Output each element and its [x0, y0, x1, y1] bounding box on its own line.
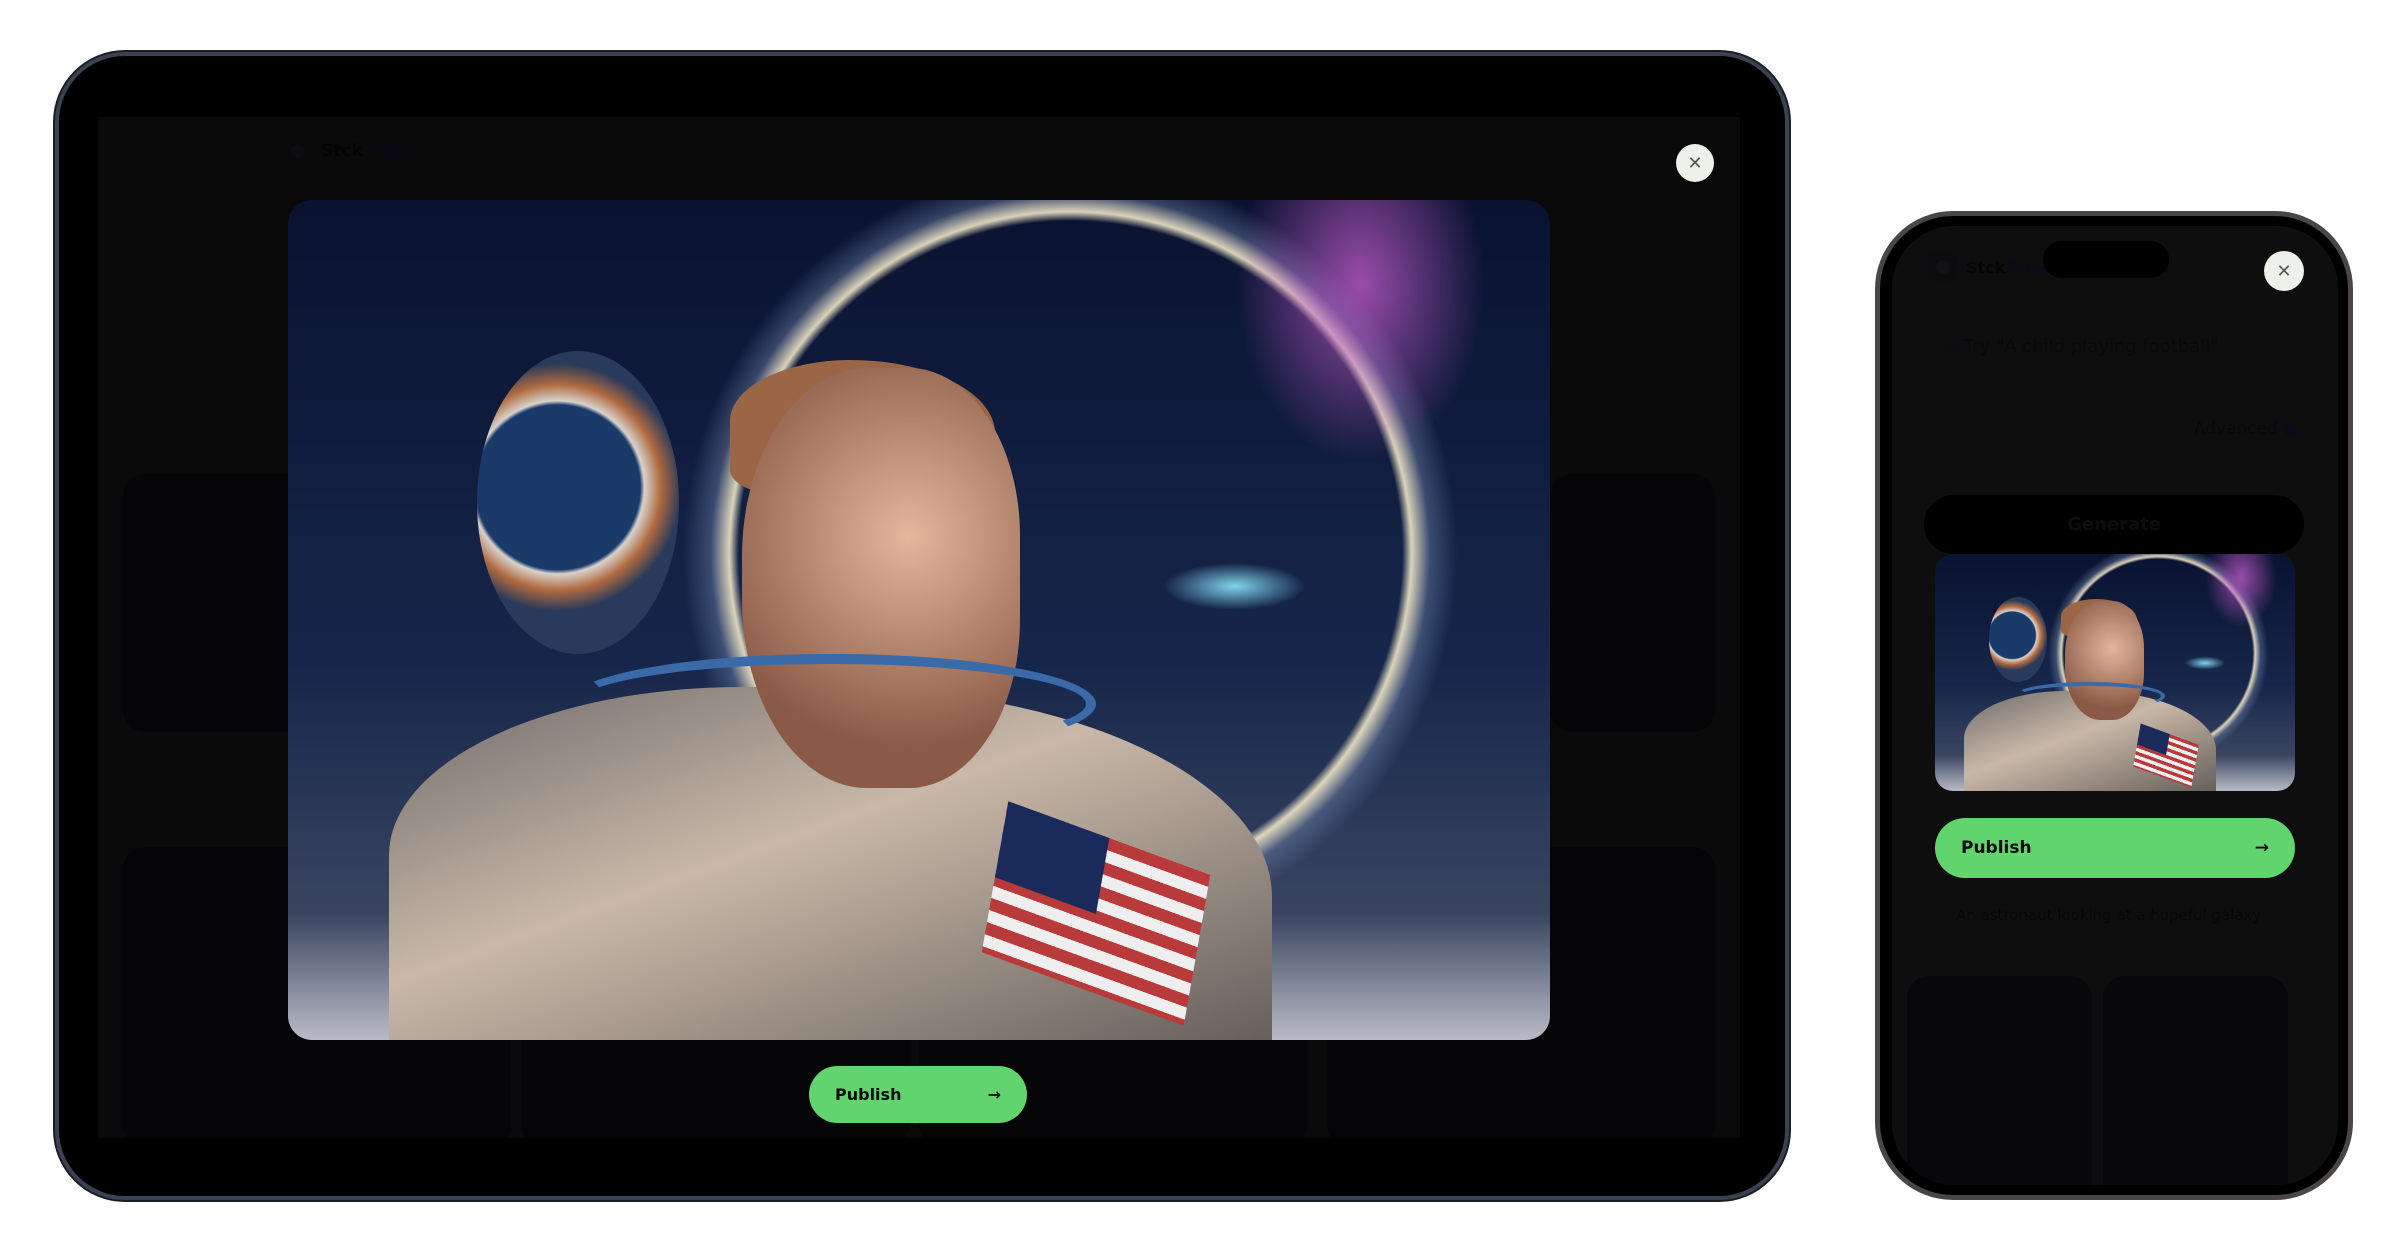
publish-button[interactable]: Publish → [1935, 818, 2295, 878]
arrow-right-icon: → [2254, 838, 2269, 858]
arrow-right-icon: → [987, 1085, 1001, 1104]
close-icon[interactable]: ✕ [1676, 144, 1714, 182]
dynamic-island [2043, 241, 2169, 278]
publish-label: Publish [835, 1085, 902, 1104]
publish-button[interactable]: Publish → [809, 1066, 1027, 1123]
generated-image [288, 200, 1550, 1040]
publish-label: Publish [1961, 838, 2032, 858]
generated-image [1935, 554, 2295, 791]
close-icon[interactable]: ✕ [2264, 251, 2304, 291]
